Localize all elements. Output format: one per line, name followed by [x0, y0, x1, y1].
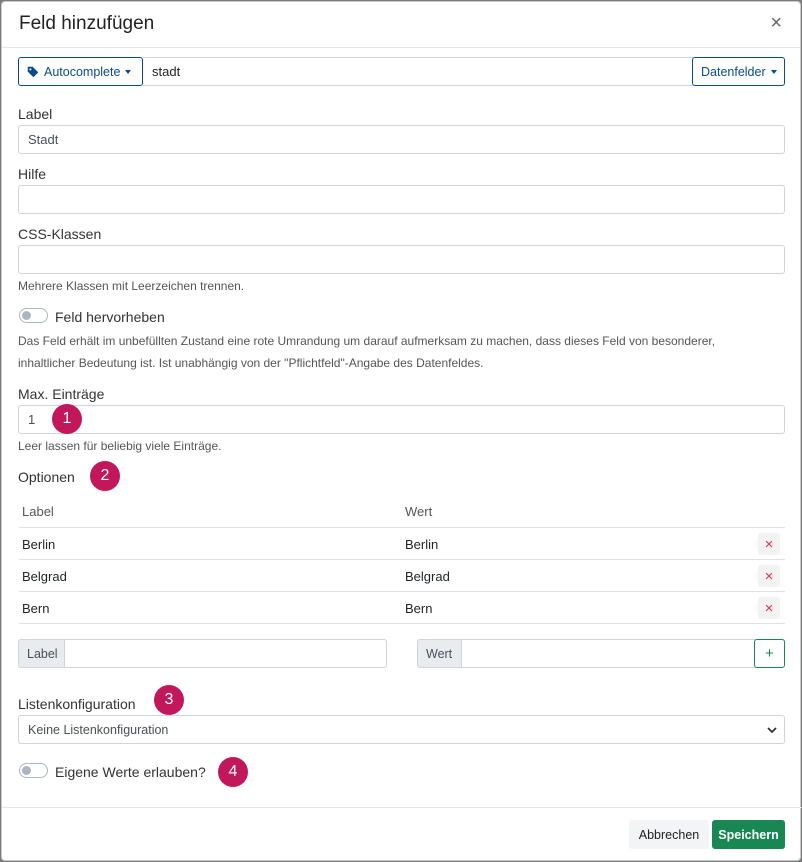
- datafields-label: Datenfelder: [701, 64, 766, 79]
- option-row-label: Bern: [22, 601, 50, 616]
- remove-icon[interactable]: ×: [758, 565, 780, 587]
- option-row-value: Berlin: [405, 537, 439, 552]
- new-label-addon: Label: [18, 639, 65, 668]
- chevron-down-icon: [767, 727, 777, 734]
- options-column-label: Label: [22, 504, 54, 519]
- table-divider: [19, 527, 785, 528]
- table-divider: [19, 623, 785, 624]
- css-classes-label: CSS-Klassen: [18, 226, 102, 242]
- field-name-input[interactable]: stadt: [143, 57, 693, 86]
- new-option-value-input[interactable]: [461, 639, 756, 668]
- label-field-label: Label: [18, 106, 53, 122]
- tag-icon: [27, 66, 39, 77]
- field-type-dropdown[interactable]: Autocomplete: [18, 57, 143, 86]
- option-row-value: Bern: [405, 601, 433, 616]
- css-classes-hint: Mehrere Klassen mit Leerzeichen trennen.: [18, 279, 245, 293]
- own-values-label: Eigene Werte erlauben?: [55, 764, 206, 780]
- caret-down-icon: [770, 69, 777, 74]
- css-classes-input[interactable]: [18, 245, 785, 274]
- list-config-selected: Keine Listenkonfiguration: [28, 722, 169, 737]
- max-entries-hint: Leer lassen für beliebig viele Einträge.: [18, 439, 222, 453]
- highlight-label: Feld hervorheben: [55, 309, 165, 325]
- annotation-badge-1: 1: [52, 404, 82, 434]
- max-entries-label: Max. Einträge: [18, 386, 105, 402]
- annotation-badge-2: 2: [90, 461, 120, 491]
- caret-down-icon: [125, 69, 132, 74]
- new-option-label-input[interactable]: [64, 639, 387, 668]
- plus-icon[interactable]: +: [754, 639, 785, 668]
- cancel-button[interactable]: Abbrechen: [629, 820, 709, 849]
- highlight-description-line1: Das Feld erhält im unbefüllten Zustand e…: [18, 334, 716, 348]
- modal-title: Feld hinzufügen: [19, 13, 155, 34]
- remove-icon[interactable]: ×: [758, 533, 780, 555]
- list-config-select[interactable]: Keine Listenkonfiguration: [18, 715, 785, 744]
- highlight-description-line2: inhaltlicher Bedeutung ist. Ist unabhäng…: [18, 356, 484, 370]
- option-row-label: Belgrad: [22, 569, 67, 584]
- options-title: Optionen: [18, 469, 75, 485]
- max-entries-input[interactable]: 1: [18, 405, 785, 434]
- table-divider: [19, 559, 785, 560]
- option-row-label: Berlin: [22, 537, 56, 552]
- datafields-dropdown[interactable]: Datenfelder: [692, 57, 785, 86]
- list-config-label: Listenkonfiguration: [18, 696, 136, 712]
- close-icon[interactable]: ×: [770, 13, 782, 33]
- help-input[interactable]: [18, 185, 785, 214]
- field-type-label: Autocomplete: [44, 64, 121, 79]
- modal-header: Feld hinzufügen ×: [2, 2, 800, 48]
- options-column-value: Wert: [405, 504, 433, 519]
- save-button[interactable]: Speichern: [712, 820, 785, 849]
- label-input[interactable]: Stadt: [18, 125, 785, 154]
- remove-icon[interactable]: ×: [758, 597, 780, 619]
- annotation-badge-3: 3: [154, 685, 184, 715]
- table-divider: [19, 591, 785, 592]
- footer-divider: [2, 807, 802, 808]
- own-values-toggle[interactable]: [19, 763, 48, 778]
- option-row-value: Belgrad: [405, 569, 450, 584]
- add-field-modal: Feld hinzufügen × Autocomplete stadt Dat…: [1, 1, 802, 861]
- annotation-badge-4: 4: [218, 757, 248, 787]
- help-field-label: Hilfe: [18, 166, 47, 182]
- new-value-addon: Wert: [417, 639, 462, 668]
- highlight-toggle[interactable]: [19, 308, 48, 323]
